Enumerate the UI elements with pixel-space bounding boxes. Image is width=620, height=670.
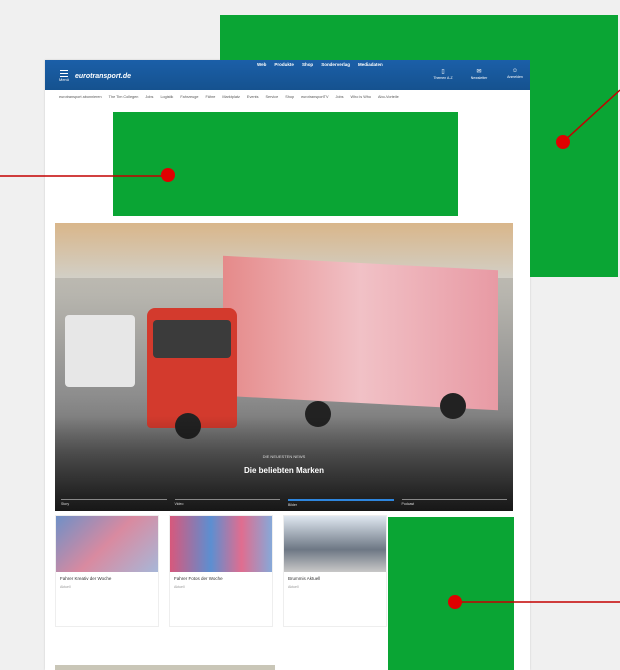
annotation-marker-billboard <box>161 168 175 182</box>
annotation-lines <box>0 89 620 603</box>
annotation-marker-skyscraper <box>556 135 570 149</box>
annotation-marker-rectangle <box>448 595 462 609</box>
annotation-line-skyscraper <box>562 89 620 143</box>
